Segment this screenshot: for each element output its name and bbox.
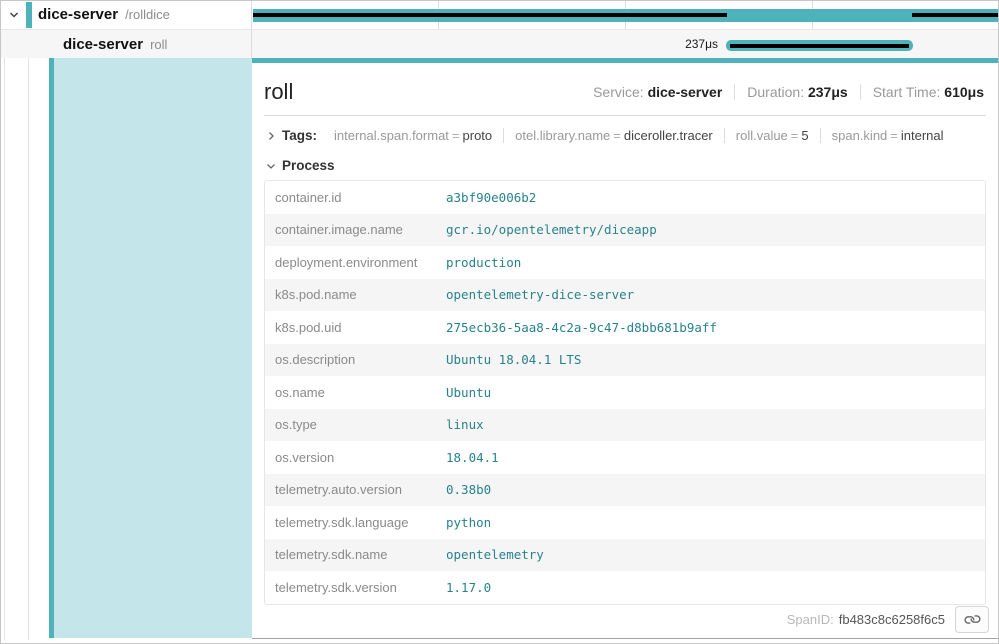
duration-value: 237μs (808, 84, 848, 100)
kv-value: Ubuntu (446, 385, 491, 400)
tag-key: otel.library.name (515, 128, 610, 143)
chevron-down-icon[interactable] (264, 161, 278, 171)
kv-key: os.type (265, 417, 446, 432)
tag-summary-item: internal.span.format=proto (323, 128, 503, 143)
operation-name: roll (150, 37, 167, 52)
kv-value: linux (446, 417, 484, 432)
table-row: telemetry.sdk.nameopentelemetry (265, 539, 985, 572)
table-row: container.image.namegcr.io/opentelemetry… (265, 214, 985, 247)
spanid-label: SpanID: (787, 612, 834, 627)
timeline: dice-server/rolldice dice-server roll 237… (1, 1, 998, 58)
span-footer: SpanID: fb483c8c6258f6c5 (787, 606, 989, 633)
duration-label: Duration: (747, 84, 804, 100)
span-self-time-segment (730, 44, 909, 48)
chevron-down-icon[interactable] (7, 9, 21, 23)
kv-value: 275ecb36-5aa8-4c2a-9c47-d8bb681b9aff (446, 320, 717, 335)
table-row: telemetry.auto.version0.38b0 (265, 474, 985, 507)
child-span-bar[interactable] (726, 40, 913, 51)
span-track[interactable] (252, 1, 998, 29)
span-row-rolldice[interactable]: dice-server/rolldice (1, 1, 998, 29)
process-kv-table: container.ida3bf90e006b2 container.image… (264, 180, 986, 605)
service-label: Service: (593, 84, 644, 100)
kv-value: 1.17.0 (446, 580, 491, 595)
chevron-right-icon[interactable] (264, 131, 278, 141)
table-row: k8s.pod.nameopentelemetry-dice-server (265, 279, 985, 312)
kv-value: opentelemetry-dice-server (446, 287, 634, 302)
span-row-roll-selected[interactable]: dice-server roll 237μs (1, 29, 998, 58)
tags-label: Tags: (282, 128, 317, 143)
kv-key: telemetry.auto.version (265, 482, 446, 497)
span-name-cell[interactable]: dice-server/rolldice (1, 1, 252, 29)
span-summary: Service: dice-server Duration: 237μs Sta… (581, 84, 984, 100)
kv-value: opentelemetry (446, 547, 544, 562)
kv-value: a3bf90e006b2 (446, 190, 536, 205)
span-title: roll (264, 79, 293, 105)
service-name: dice-server (38, 6, 118, 23)
table-row: os.descriptionUbuntu 18.04.1 LTS (265, 344, 985, 377)
kv-value: 18.04.1 (446, 450, 499, 465)
kv-key: telemetry.sdk.language (265, 515, 446, 530)
table-row: os.version18.04.1 (265, 441, 985, 474)
table-row: os.typelinux (265, 409, 985, 442)
kv-key: container.image.name (265, 222, 446, 237)
equals-sign: = (887, 128, 901, 143)
service-value: dice-server (648, 84, 723, 100)
equals-sign: = (610, 128, 624, 143)
tag-summary-item: otel.library.name=diceroller.tracer (503, 128, 724, 143)
equals-sign: = (788, 128, 802, 143)
table-row: deployment.environmentproduction (265, 246, 985, 279)
kv-key: telemetry.sdk.version (265, 580, 446, 595)
process-label: Process (282, 158, 335, 173)
tags-section-header[interactable]: Tags: internal.span.format=proto otel.li… (252, 116, 998, 147)
link-icon (961, 609, 982, 630)
kv-value: gcr.io/opentelemetry/diceapp (446, 222, 657, 237)
start-time-label: Start Time: (873, 84, 941, 100)
process-section-header[interactable]: Process (252, 147, 998, 180)
span-name-cell[interactable]: dice-server roll (1, 30, 252, 58)
tag-value: diceroller.tracer (624, 128, 713, 143)
kv-key: k8s.pod.name (265, 287, 446, 302)
tag-summary-item: roll.value=5 (724, 128, 820, 143)
equals-sign: = (449, 128, 463, 143)
kv-key: os.version (265, 450, 446, 465)
parent-span-bar[interactable] (253, 9, 999, 22)
kv-key: deployment.environment (265, 255, 446, 270)
operation-name: /rolldice (125, 7, 170, 22)
start-time-value: 610μs (944, 84, 984, 100)
kv-value: production (446, 255, 521, 270)
trace-view: dice-server/rolldice dice-server roll 237… (0, 0, 999, 644)
span-duration-label: 237μs (685, 37, 718, 51)
table-row: os.nameUbuntu (265, 376, 985, 409)
left-panel-spacer (1, 58, 252, 643)
tag-summary-item: span.kind=internal (820, 128, 955, 143)
tag-value: internal (901, 128, 944, 143)
table-row: telemetry.sdk.version1.17.0 (265, 571, 985, 604)
kv-value: python (446, 515, 491, 530)
kv-value: Ubuntu 18.04.1 LTS (446, 352, 581, 367)
span-track[interactable]: 237μs (252, 30, 998, 58)
tag-key: roll.value (736, 128, 788, 143)
kv-key: container.id (265, 190, 446, 205)
deep-link-button[interactable] (955, 606, 989, 633)
service-color-chip (26, 2, 32, 28)
tag-value: 5 (801, 128, 808, 143)
service-name: dice-server (63, 36, 143, 53)
tag-value: proto (463, 128, 493, 143)
span-self-time-segment (253, 13, 727, 17)
kv-key: os.name (265, 385, 446, 400)
kv-value: 0.38b0 (446, 482, 491, 497)
table-row: container.ida3bf90e006b2 (265, 181, 985, 214)
tag-key: internal.span.format (334, 128, 449, 143)
kv-key: os.description (265, 352, 446, 367)
spanid-value: fb483c8c6258f6c5 (839, 612, 945, 627)
span-self-time-segment (912, 13, 999, 17)
span-detail-card: roll Service: dice-server Duration: 237μ… (252, 58, 998, 639)
tag-key: span.kind (832, 128, 888, 143)
table-row: telemetry.sdk.languagepython (265, 506, 985, 539)
kv-key: k8s.pod.uid (265, 320, 446, 335)
kv-key: telemetry.sdk.name (265, 547, 446, 562)
table-row: k8s.pod.uid275ecb36-5aa8-4c2a-9c47-d8bb6… (265, 311, 985, 344)
